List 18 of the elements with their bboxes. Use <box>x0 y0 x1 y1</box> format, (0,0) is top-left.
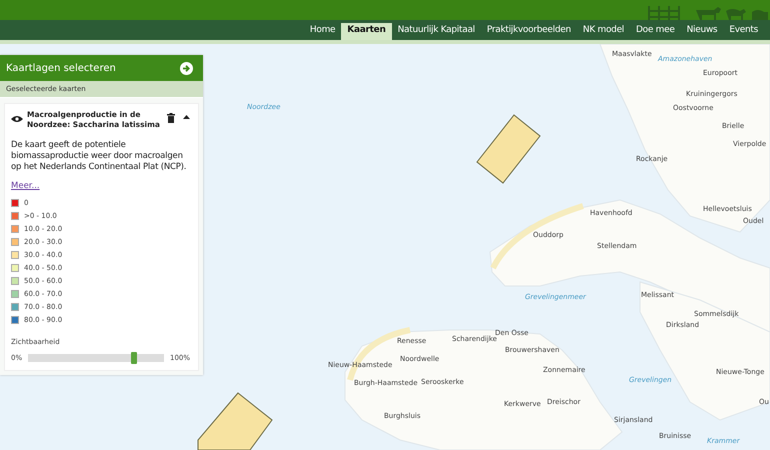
caret-icon[interactable] <box>183 115 190 119</box>
nav-tab[interactable]: Events <box>723 23 764 40</box>
opacity-slider[interactable] <box>28 354 164 362</box>
eye-icon[interactable] <box>11 115 23 123</box>
more-link[interactable]: Meer... <box>11 180 40 191</box>
nav-tab[interactable]: Doe mee <box>630 23 681 40</box>
data-area-drawing <box>476 114 541 184</box>
nav-tab[interactable]: Praktijkvoorbeelden <box>480 23 577 40</box>
nav-tab[interactable]: Nieuws <box>680 23 724 40</box>
nav-tab[interactable]: Kaarten <box>341 23 392 40</box>
arrow-circle-icon[interactable] <box>180 62 193 74</box>
slider-thumb[interactable] <box>131 352 138 364</box>
nav-tab[interactable]: Home <box>304 23 342 40</box>
panel-title: Kaartlagen selecteren <box>6 62 116 74</box>
nav-tab[interactable]: Natuurlijk Kapitaal <box>392 23 481 40</box>
layer-description: De kaart geeft de potentiele biomassaproductie weer door macroalgen op het Nederlands Continentaal Plat (NCP). <box>11 140 188 173</box>
nav-tab[interactable]: NK model <box>576 23 630 40</box>
trash-icon[interactable] <box>167 113 175 123</box>
